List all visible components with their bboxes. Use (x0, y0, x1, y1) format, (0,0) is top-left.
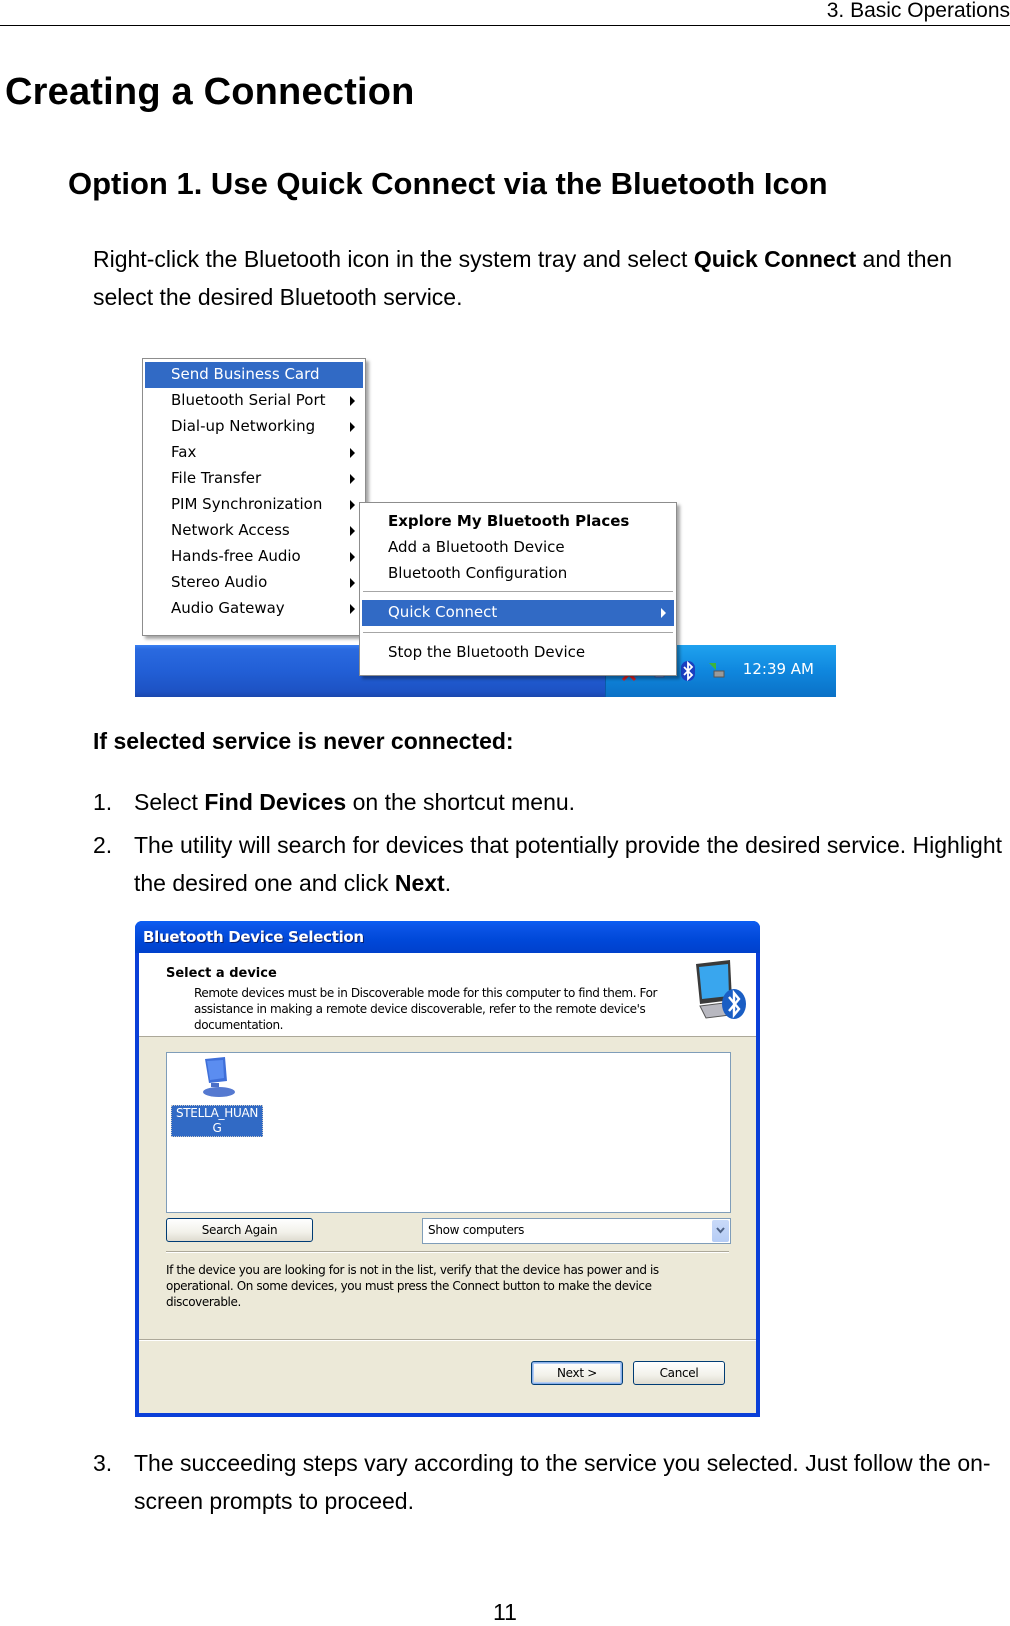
step-text: Select Find Devices on the shortcut menu… (134, 783, 1004, 821)
dialog-header-title: Select a device (166, 966, 277, 981)
submenu-arrow-icon (350, 526, 355, 536)
step-text-part: The succeeding steps vary according to t… (134, 1450, 991, 1514)
step-text-bold: Next (394, 870, 445, 896)
menu-item-label: Stop the Bluetooth Device (388, 643, 586, 661)
dialog-info-text: If the device you are looking for is not… (166, 1263, 659, 1309)
dialog-titlebar: Bluetooth Device Selection (135, 921, 760, 953)
page-number: 11 (493, 1599, 517, 1625)
menu-item-label: Add a Bluetooth Device (388, 538, 565, 556)
step-text: The succeeding steps vary according to t… (134, 1444, 1004, 1520)
menu-item-label: Send Business Card (171, 365, 320, 383)
subheading: If selected service is never connected: (93, 728, 514, 754)
chevron-down-icon (716, 1227, 725, 1234)
step-text-part: Select (134, 789, 205, 815)
menu-item-label: Bluetooth Configuration (388, 564, 568, 582)
submenu-arrow-icon (661, 608, 666, 618)
menu-item-label: Explore My Bluetooth Places (388, 512, 630, 530)
submenu-arrow-icon (350, 448, 355, 458)
step-text-part: on the shortcut menu. (346, 789, 576, 815)
step-number: 2. (93, 832, 113, 858)
menu-item-label: Fax (171, 443, 197, 461)
submenu-arrow-icon (350, 500, 355, 510)
intro-bold: Quick Connect (693, 246, 857, 272)
menu-item-label: Stereo Audio (171, 573, 268, 591)
divider (166, 1251, 729, 1253)
cancel-button[interactable]: Cancel (633, 1361, 725, 1385)
menu-item-label: PIM Synchronization (171, 495, 323, 513)
dialog-header-description: Remote devices must be in Discoverable m… (194, 986, 658, 1032)
device-filter-select[interactable]: Show computers (422, 1218, 731, 1244)
menu-item-label: File Transfer (171, 469, 262, 487)
running-header: 3. Basic Operations (826, 0, 1010, 22)
dialog-body: Select a device Remote devices must be i… (139, 953, 756, 1413)
menu-item-quick-connect[interactable]: Quick Connect (362, 600, 674, 626)
section-title: Creating a Connection (5, 71, 415, 113)
menu-item-label: Audio Gateway (171, 599, 285, 617)
clock: 12:39 AM (742, 660, 814, 678)
menu-item-fax[interactable]: Fax (145, 440, 363, 466)
menu-item-audio-gateway[interactable]: Audio Gateway (145, 596, 363, 622)
menu-item-pim-synchronization[interactable]: PIM Synchronization (145, 492, 363, 518)
step-number: 1. (93, 789, 113, 815)
device-name: STELLA_HUANG (171, 1105, 263, 1137)
device-list[interactable]: STELLA_HUANG (166, 1052, 731, 1213)
quick-connect-menu-screenshot: 12:39 AM Send Business Card Bluetooth Se… (135, 356, 836, 697)
step-text-part: . (444, 870, 452, 896)
submenu-arrow-icon (350, 422, 355, 432)
footer-divider (139, 1339, 756, 1341)
bluetooth-device-selection-dialog: Bluetooth Device Selection Select a devi… (135, 921, 760, 1417)
intro-text-1: Right-click the Bluetooth icon in the sy… (93, 246, 694, 272)
menu-item-label: Quick Connect (388, 603, 498, 621)
step-text-part: The utility will search for devices that… (134, 832, 1003, 896)
menu-item-bluetooth-configuration[interactable]: Bluetooth Configuration (362, 561, 674, 587)
menu-item-label: Network Access (171, 521, 290, 539)
bluetooth-tray-menu: Explore My Bluetooth Places Add a Blueto… (359, 502, 677, 676)
menu-item-bluetooth-serial-port[interactable]: Bluetooth Serial Port (145, 388, 363, 414)
menu-item-send-business-card[interactable]: Send Business Card (145, 362, 363, 388)
menu-item-label: Hands-free Audio (171, 547, 301, 565)
search-again-button[interactable]: Search Again (166, 1218, 313, 1242)
next-button[interactable]: Next > (531, 1361, 623, 1385)
menu-item-network-access[interactable]: Network Access (145, 518, 363, 544)
submenu-arrow-icon (350, 474, 355, 484)
computer-icon (203, 1057, 235, 1097)
submenu-arrow-icon (350, 396, 355, 406)
intro-paragraph: Right-click the Bluetooth icon in the sy… (93, 240, 993, 316)
menu-item-label: Bluetooth Serial Port (171, 391, 326, 409)
header-rule (0, 25, 1010, 26)
menu-item-add-a-bluetooth-device[interactable]: Add a Bluetooth Device (362, 535, 674, 561)
step-text: The utility will search for devices that… (134, 826, 1004, 902)
bluetooth-icon[interactable] (678, 660, 698, 682)
option-title: Option 1. Use Quick Connect via the Blue… (68, 166, 828, 201)
menu-item-explore-my-bluetooth-places[interactable]: Explore My Bluetooth Places (362, 509, 674, 535)
menu-separator (363, 591, 673, 593)
submenu-arrow-icon (350, 552, 355, 562)
submenu-arrow-icon (350, 578, 355, 588)
dialog-header: Select a device Remote devices must be i… (139, 953, 756, 1037)
menu-item-file-transfer[interactable]: File Transfer (145, 466, 363, 492)
service-menu: Send Business Card Bluetooth Serial Port… (142, 358, 366, 636)
menu-item-stop-the-bluetooth-device[interactable]: Stop the Bluetooth Device (362, 640, 674, 666)
menu-item-dial-up-networking[interactable]: Dial-up Networking (145, 414, 363, 440)
dialog-title: Bluetooth Device Selection (143, 928, 364, 946)
computer-bluetooth-icon (696, 960, 746, 1019)
safely-remove-hardware-icon[interactable] (706, 660, 726, 682)
menu-item-stereo-audio[interactable]: Stereo Audio (145, 570, 363, 596)
submenu-arrow-icon (350, 604, 355, 614)
dropdown-button[interactable] (712, 1220, 729, 1242)
menu-item-hands-free-audio[interactable]: Hands-free Audio (145, 544, 363, 570)
step-text-bold: Find Devices (204, 789, 347, 815)
step-number: 3. (93, 1450, 113, 1476)
menu-separator (363, 632, 673, 634)
menu-item-label: Dial-up Networking (171, 417, 316, 435)
device-filter-value: Show computers (428, 1223, 525, 1237)
